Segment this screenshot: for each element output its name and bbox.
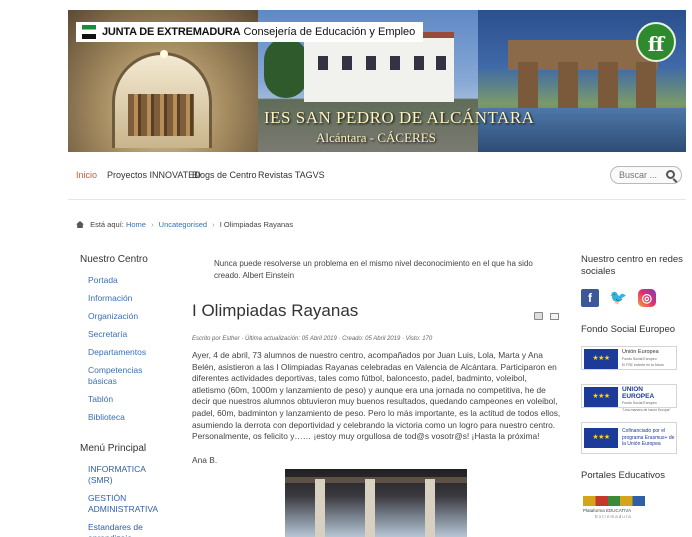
article-closing: Personalmente, os felicito y…… ¡estoy mu… [192,431,540,442]
article-body: Ayer, 4 de abril, 73 alumnos de nuestro … [192,350,562,443]
article-signature: Ana B. [192,455,218,465]
print-icon[interactable] [534,312,543,320]
right-sidebar: Nuestro centro en redes sociales f 🐦 ◎ F… [581,254,685,524]
home-icon [76,221,84,228]
eu-fse-banner[interactable]: ★★★ Unión Europea Fondo Social Europeo El … [581,346,677,370]
sidebar-item-informatica[interactable]: INFORMATICA (SMR) [88,464,166,486]
sidebar-item-portada[interactable]: Portada [88,275,166,286]
nav-item-revistas-tagvs[interactable]: Revistas TAGVS [258,170,325,180]
sidebar-item-competencias-basicas[interactable]: Competencias básicas [88,365,166,387]
facebook-icon[interactable]: f [581,289,599,307]
email-icon[interactable] [550,313,560,320]
search-input[interactable] [619,169,665,181]
article-paragraph: Ayer, 4 de abril, 73 alumnos de nuestro … [192,350,561,430]
sidebar-item-informacion[interactable]: Información [88,293,166,304]
social-links: f 🐦 ◎ [581,288,685,308]
header-banner: ﬀ JUNTA DE EXTREMADURA Consejería de Edu… [68,10,686,152]
twitter-icon[interactable]: 🐦 [609,288,628,306]
main-nav: Inicio Proyectos INNOVATED Blogs de Cent… [68,152,686,200]
breadcrumb-current: I Olimpiadas Rayanas [219,220,294,229]
escuela-logo-icon [583,496,645,506]
social-heading: Nuestro centro en redes sociales [581,254,683,277]
sidebar-item-organizacion[interactable]: Organización [88,311,166,322]
school-title: IES SAN PEDRO DE ALCÁNTARA [264,108,535,127]
nav-item-inicio[interactable]: Inicio [76,170,97,180]
breadcrumb: Está aquí: Home › Uncategorised › I Olim… [76,220,293,229]
sidebar-item-estandares[interactable]: Estandares de aprendizaje [88,522,166,537]
nav-item-proyectos-innovated[interactable]: Proyectos INNOVATED [107,170,201,180]
article-photo [285,469,467,537]
school-location: Alcántara - CÁCERES [316,130,436,145]
erasmus-banner[interactable]: ★★★ Cofinanciado por el programa Erasmus… [581,422,677,454]
sidebar-item-tablon[interactable]: Tablón [88,394,166,405]
school-logo-icon[interactable]: ﬀ [636,22,676,62]
eu-feder-banner[interactable]: ★★★ UNION EUROPEA Fondo Social Europeo "Un… [581,384,677,412]
article-meta: Escrito por Esther · Última actualizació… [192,336,433,342]
nav-item-blogs-de-centro[interactable]: Blogs de Centro [192,170,257,180]
breadcrumb-uncategorised[interactable]: Uncategorised [159,220,207,229]
sidebar-item-departamentos[interactable]: Departamentos [88,347,166,358]
page: ﬀ JUNTA DE EXTREMADURA Consejería de Edu… [0,0,692,537]
sidebar-heading-menu-principal: Menú Principal [80,443,147,454]
portales-heading: Portales Educativos [581,470,665,481]
sidebar-item-biblioteca[interactable]: Biblioteca [88,412,166,423]
sidebar-item-secretaria[interactable]: Secretaría [88,329,166,340]
article-title[interactable]: I Olimpiadas Rayanas [192,301,358,321]
article-tools [534,307,560,325]
breadcrumb-prefix: Está aquí: [90,220,124,229]
search-box[interactable] [610,166,682,184]
banner-bridge-photo: ﬀ [478,10,686,152]
search-icon[interactable] [666,170,675,179]
eu-flag-icon: ★★★ [584,349,618,369]
fse-heading: Fondo Social Europeo [581,324,676,335]
quote-text: Nunca puede resolverse un problema en el… [214,259,533,280]
eu-flag-icon: ★★★ [584,387,618,407]
breadcrumb-separator: › [212,220,215,229]
instagram-icon[interactable]: ◎ [637,289,656,307]
sidebar-item-gestion-administrativa[interactable]: GESTIÓN ADMINISTRATIVA [88,493,166,515]
breadcrumb-home[interactable]: Home [126,220,146,229]
eu-flag-icon: ★★★ [584,428,618,448]
junta-extremadura-label[interactable]: JUNTA DE EXTREMADURA Consejería de Educa… [76,22,424,42]
left-sidebar: Nuestro Centro Portada Información Organ… [80,254,166,537]
breadcrumb-separator: › [151,220,154,229]
extremadura-flag-icon [82,25,96,39]
sidebar-heading-nuestro-centro: Nuestro Centro [80,254,148,265]
escuela-portal-logo[interactable]: Plataforma EDUCATIVA Extremadura [581,490,685,524]
